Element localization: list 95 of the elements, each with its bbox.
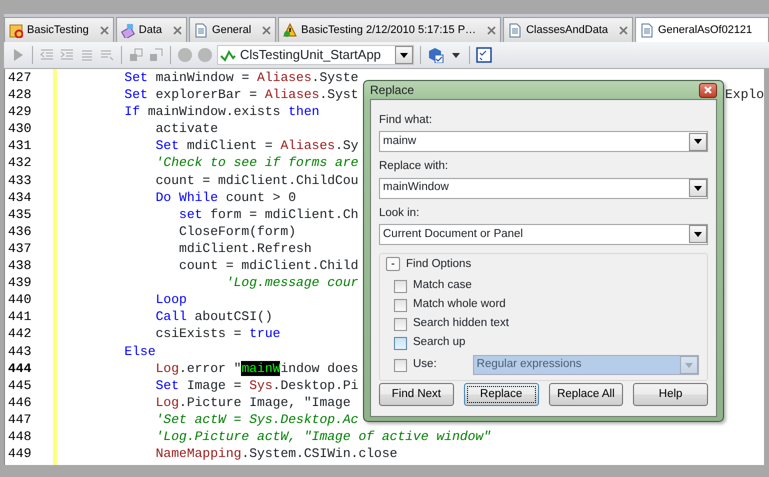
caret-icon (694, 139, 702, 144)
code-line: Else (123, 342, 156, 360)
close-icon (704, 86, 712, 94)
code-line: activate (154, 120, 218, 138)
code-line: If mainWindow.exists then (123, 103, 320, 120)
cube-check-icon[interactable] (427, 47, 445, 63)
group-title: Find Options (406, 256, 472, 272)
checkbox[interactable] (394, 280, 407, 292)
option-label: Search up (413, 335, 466, 350)
document-icon (194, 22, 208, 38)
tab[interactable]: ClassesAndData (503, 17, 633, 42)
close-icon[interactable] (262, 26, 272, 34)
option-label: Use: (413, 357, 437, 372)
code-line: Set Image = Sys.Desktop.Pi (154, 376, 358, 394)
line-number: 427 (7, 69, 32, 86)
checkbox[interactable] (394, 318, 407, 330)
line-number: 448 (7, 428, 32, 446)
code-line: 'Log.message cour (224, 274, 358, 292)
line-number: 447 (7, 410, 32, 428)
caret-icon (694, 186, 702, 190)
caret-icon (685, 362, 693, 368)
line-number: 439 (7, 274, 32, 292)
combo-field[interactable]: mainWindow (379, 178, 708, 198)
line-number: 431 (7, 137, 32, 154)
code-line: Explo (724, 86, 764, 104)
close-button[interactable] (699, 82, 717, 98)
code-line: count = mdiClient.ChildCou (154, 172, 358, 189)
close-icon[interactable] (100, 26, 109, 34)
code-line: 'Log.Picture actW, "Image of active window" (154, 428, 492, 446)
line-number: 445 (7, 376, 32, 394)
dialog-title: Replace (370, 82, 414, 99)
close-icon[interactable] (173, 26, 182, 34)
line-number: 436 (7, 222, 32, 240)
line-number: 441 (7, 308, 32, 326)
checkbox[interactable] (394, 298, 407, 312)
checklist-icon[interactable] (476, 47, 492, 63)
dialog-button[interactable]: Find Next (379, 383, 454, 406)
option-label: Match whole word (413, 297, 506, 312)
code-line: 'Check to see if forms are (154, 154, 358, 172)
code-line: Set mdiClient = Aliases.Sy (154, 137, 358, 154)
dialog-button[interactable]: Help (633, 383, 708, 406)
code-line: Set mainWindow = Aliases.Syste (123, 69, 358, 86)
combo-field[interactable]: mainw (379, 131, 708, 152)
code-line: csiExists = true (154, 325, 280, 342)
code-line: Call aboutCSI() (154, 308, 273, 326)
code-line: set form = mdiClient.Ch (178, 206, 358, 223)
line-number: 443 (7, 342, 32, 360)
line-number: 429 (7, 103, 32, 120)
code-line: count = mdiClient.Child (178, 257, 358, 274)
code-line: mdiClient.Refresh (178, 240, 312, 258)
caret-icon (694, 232, 702, 237)
line-number: 433 (7, 172, 32, 189)
forward-icon[interactable] (197, 47, 213, 63)
code-line: Loop (154, 291, 187, 308)
tab[interactable]: BasicTesting (4, 17, 114, 42)
field-label: Replace with: (379, 159, 450, 174)
back-icon[interactable] (177, 47, 193, 63)
line-number: 437 (7, 240, 32, 258)
line-number: 446 (7, 394, 32, 411)
warning-icon (283, 22, 298, 38)
document-icon (508, 22, 522, 38)
line-number: 434 (7, 188, 32, 206)
checkbox[interactable] (394, 336, 407, 350)
close-icon[interactable] (487, 26, 496, 34)
close-icon[interactable] (619, 26, 628, 34)
routine-dropdown[interactable]: ClsTestingUnit_StartApp (217, 45, 414, 65)
line-number: 438 (7, 257, 32, 274)
combo-field[interactable]: Current Document or Panel (379, 224, 708, 245)
option-label: Match case (413, 278, 472, 294)
line-number: 440 (7, 291, 32, 308)
code-line: NameMapping.System.CSIWin.close (154, 445, 398, 462)
line-number: 449 (7, 445, 32, 462)
tab[interactable]: Data (116, 17, 188, 42)
caret-icon (400, 52, 408, 58)
line-number: 432 (7, 154, 32, 172)
field-label: Find what: (379, 113, 434, 128)
field-label: Look in: (379, 206, 420, 220)
dialog-button[interactable]: Replace All (548, 383, 624, 406)
tab[interactable]: GeneralAsOf02121 (635, 17, 769, 42)
option-label: Search hidden text (413, 316, 509, 332)
line-number: 435 (7, 206, 32, 223)
code-line: CloseForm(form) (178, 222, 296, 240)
line-number: 442 (7, 325, 32, 342)
code-line: Log.Picture Image, "Image (154, 394, 352, 411)
tab[interactable]: BasicTesting 2/12/2010 5:17:15 P… (278, 17, 502, 42)
code-line: Set explorerBar = Aliases.Syst (123, 86, 358, 104)
code-line: Do While count > 0 (154, 188, 296, 206)
code-line: 'Set actW = Sys.Desktop.Ac (154, 410, 358, 428)
line-number: 430 (7, 120, 32, 138)
tab[interactable]: General (189, 17, 276, 42)
collapse-toggle[interactable]: - (386, 257, 400, 272)
line-number: 428 (7, 86, 32, 104)
line-number: 444 (7, 360, 32, 377)
document-icon (640, 22, 654, 38)
dialog-button[interactable]: Replace (464, 383, 538, 406)
